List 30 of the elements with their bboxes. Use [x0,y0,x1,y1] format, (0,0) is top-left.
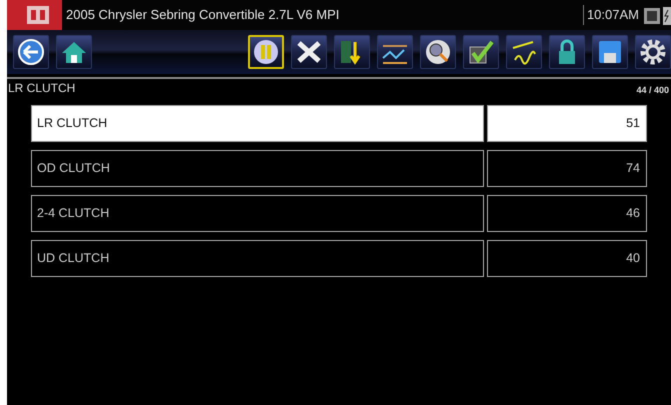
battery-icon [662,4,671,26]
sort-button[interactable] [334,35,370,69]
parameter-value: 74 [487,150,647,187]
home-button[interactable] [56,35,92,69]
pause-icon [251,38,281,66]
gear-button[interactable] [635,35,671,69]
waveform-button[interactable] [506,35,542,69]
close-button[interactable] [291,35,327,69]
graph-button[interactable] [377,35,413,69]
selected-parameter-label: LR CLUTCH [8,80,76,97]
parameter-value: 51 [487,105,647,142]
lock-button[interactable] [549,35,585,69]
parameter-value: 40 [487,240,647,277]
vehicle-title: 2005 Chrysler Sebring Convertible 2.7L V6 MPI [65,6,340,24]
clock-time: 10:07AM [582,5,642,25]
parameter-name[interactable]: UD CLUTCH [31,240,484,277]
parameter-name[interactable]: OD CLUTCH [31,150,484,187]
parameter-count: 44 / 400 [636,84,669,96]
parameter-value: 46 [487,195,647,232]
parameter-name[interactable]: 2-4 CLUTCH [31,195,484,232]
gear-icon [638,38,668,66]
pause-button[interactable] [248,35,284,69]
app-logo-icon [7,0,62,30]
magnifier-icon [423,38,453,66]
back-button[interactable] [13,35,49,69]
floppy-disk-button[interactable] [592,35,628,69]
parameter-name[interactable]: LR CLUTCH [31,105,484,142]
back-icon [16,38,46,66]
accept-button[interactable] [463,35,499,69]
magnifier-button[interactable] [420,35,456,69]
